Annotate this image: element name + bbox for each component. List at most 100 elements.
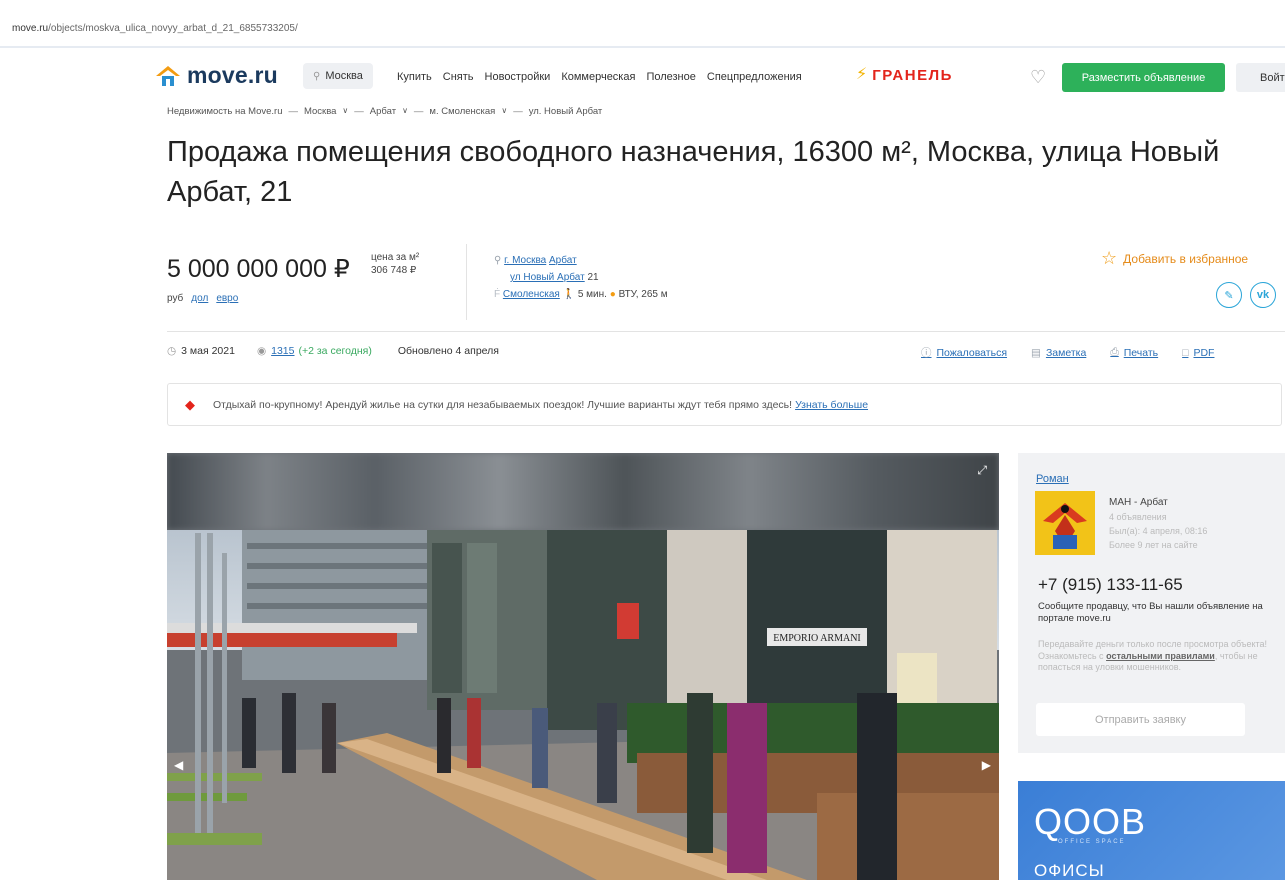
address-city-link[interactable]: г. Москва bbox=[504, 255, 546, 266]
print-link[interactable]: ⎙ Печать bbox=[1110, 345, 1158, 360]
breadcrumb: Недвижимость на Move.ru — Москва ∨ — Арб… bbox=[167, 106, 602, 117]
eye-icon: ◉ bbox=[256, 345, 267, 357]
promo-banner: ◆ Отдыхай по-крупному! Арендуй жилье на … bbox=[167, 383, 1282, 426]
agency-name[interactable]: МАН - Арбат bbox=[1109, 496, 1207, 510]
city-label: Москва bbox=[325, 70, 363, 82]
currency-usd-link[interactable]: дол bbox=[191, 293, 208, 304]
note-icon: ▤ bbox=[1031, 346, 1041, 359]
address-district-link[interactable]: Арбат bbox=[549, 255, 577, 266]
breadcrumb-district[interactable]: Арбат bbox=[370, 106, 396, 117]
complain-link[interactable]: ⓘ Пожаловаться bbox=[921, 345, 1007, 360]
lightning-icon: ⚡ bbox=[856, 66, 868, 83]
poi-distance: ВТУ, 265 м bbox=[618, 289, 668, 300]
logo-text: move.ru bbox=[187, 62, 278, 88]
breadcrumb-city[interactable]: Москва bbox=[304, 106, 336, 117]
walk-icon: 🚶 bbox=[562, 289, 576, 300]
seller-card: Роман МАН - Арбат 4 объявления Был(а): 4… bbox=[1018, 453, 1285, 753]
address-street-link[interactable]: ул Новый Арбат bbox=[510, 272, 585, 283]
divider bbox=[167, 331, 1285, 332]
seller-name-link[interactable]: Роман bbox=[1036, 473, 1069, 485]
seller-info: МАН - Арбат 4 объявления Был(а): 4 апрел… bbox=[1109, 496, 1207, 552]
nav-new-buildings[interactable]: Новостройки bbox=[485, 71, 551, 83]
price-per-m2: цена за м² 306 748 ₽ bbox=[371, 251, 419, 277]
address-bar[interactable]: move.ru/objects/moskva_ulica_novyy_arbat… bbox=[0, 0, 1285, 48]
house-logo-icon bbox=[156, 65, 180, 86]
login-button[interactable]: Войти bbox=[1236, 63, 1285, 92]
seller-last-seen: Был(а): 4 апреля, 08:16 bbox=[1109, 526, 1208, 536]
nav-useful[interactable]: Полезное bbox=[646, 71, 695, 83]
metro-link[interactable]: Смоленская bbox=[503, 289, 560, 300]
listing-meta: ◷ 3 мая 2021 ◉ 1315 (+2 за сегодня) Обно… bbox=[167, 345, 499, 357]
currency-rub: руб bbox=[167, 293, 184, 304]
page-title: Продажа помещения свободного назначения,… bbox=[167, 136, 1220, 208]
site-header: move.ru ⚲ Москва Купить Снять Новостройк… bbox=[0, 58, 1285, 98]
currency-switch: руб дол евро bbox=[167, 293, 238, 304]
price-value: 5 000 000 000 ₽ bbox=[167, 255, 350, 283]
seller-phone[interactable]: +7 (915) 133-11-65 bbox=[1038, 575, 1183, 595]
breadcrumb-street[interactable]: ул. Новый Арбат bbox=[529, 106, 603, 117]
share-buttons: ✎ vk bbox=[1216, 282, 1276, 308]
send-request-button[interactable]: Отправить заявку bbox=[1036, 703, 1245, 736]
gallery-next-icon[interactable]: ▶ bbox=[982, 758, 991, 772]
ad-brand: QOOB bbox=[1034, 801, 1147, 842]
price-per-m2-value: 306 748 ₽ bbox=[371, 265, 417, 276]
address-block: ⚲ г. Москва Арбат ул Новый Арбат 21 Ḟ См… bbox=[494, 252, 668, 303]
nav-commercial[interactable]: Коммерческая bbox=[561, 71, 635, 83]
pdf-icon: □ bbox=[1182, 346, 1189, 359]
seller-listings: 4 объявления bbox=[1109, 512, 1167, 522]
nav-special-offers[interactable]: Спецпредложения bbox=[707, 71, 802, 83]
nav-buy[interactable]: Купить bbox=[397, 71, 432, 83]
updated-date: Обновлено 4 апреля bbox=[397, 345, 499, 357]
ad-tagline: OFFICE SPACE bbox=[1058, 839, 1126, 845]
gallery-prev-icon[interactable]: ◀ bbox=[174, 758, 183, 772]
info-icon: ⓘ bbox=[921, 347, 932, 359]
seller-note: Сообщите продавцу, что Вы нашли объявлен… bbox=[1038, 601, 1263, 624]
location-pin-icon: ⚲ bbox=[494, 255, 502, 266]
post-ad-button[interactable]: Разместить объявление bbox=[1062, 63, 1225, 92]
publish-date: 3 мая 2021 bbox=[181, 345, 235, 357]
photo-gallery[interactable]: EMPORIO ARMANI ⤢ ◀ ▶ bbox=[167, 453, 999, 880]
breadcrumb-separator: — bbox=[354, 106, 364, 117]
breadcrumb-home[interactable]: Недвижимость на Move.ru bbox=[167, 106, 282, 117]
star-icon: ☆ bbox=[1101, 248, 1118, 268]
breadcrumb-metro[interactable]: м. Смоленская bbox=[429, 106, 495, 117]
add-favorite-button[interactable]: ☆ Добавить в избранное bbox=[1101, 248, 1248, 269]
fraud-warning: Передавайте деньги только после просмотр… bbox=[1038, 639, 1273, 674]
vk-share-icon[interactable]: vk bbox=[1250, 282, 1276, 308]
main-nav: Купить Снять Новостройки Коммерческая По… bbox=[397, 71, 802, 83]
storefront-sign: EMPORIO ARMANI bbox=[773, 633, 861, 644]
chevron-down-icon[interactable]: ∨ bbox=[342, 106, 348, 117]
printer-icon: ⎙ bbox=[1110, 346, 1119, 358]
breadcrumb-separator: — bbox=[513, 106, 523, 117]
promo-link[interactable]: ⚡ ГРАНЕЛЬ bbox=[856, 66, 953, 84]
url-text: move.ru/objects/moskva_ulica_novyy_arbat… bbox=[12, 23, 298, 34]
promo-brand: ГРАНЕЛЬ bbox=[872, 66, 953, 84]
complain-label: Пожаловаться bbox=[936, 346, 1008, 359]
note-link[interactable]: ▤ Заметка bbox=[1031, 345, 1086, 360]
agency-emblem-icon bbox=[1035, 491, 1095, 555]
divider bbox=[466, 244, 467, 320]
pdf-link[interactable]: □ PDF bbox=[1182, 345, 1214, 360]
clock-icon: ◷ bbox=[167, 345, 177, 357]
city-selector[interactable]: ⚲ Москва bbox=[303, 63, 373, 89]
seller-tenure: Более 9 лет на сайте bbox=[1109, 540, 1198, 550]
promo-diamond-icon: ◆ bbox=[185, 396, 195, 412]
metro-icon: Ḟ bbox=[494, 289, 501, 300]
banner-text: Отдыхай по-крупному! Арендуй жилье на су… bbox=[213, 398, 793, 411]
heart-icon[interactable]: ♡ bbox=[1030, 67, 1046, 88]
ad-subtitle: ОФИСЫ bbox=[1034, 861, 1105, 880]
location-pin-icon: ⚲ bbox=[313, 70, 321, 82]
chevron-down-icon[interactable]: ∨ bbox=[501, 106, 507, 117]
chevron-down-icon[interactable]: ∨ bbox=[402, 106, 408, 117]
currency-eur-link[interactable]: евро bbox=[216, 293, 238, 304]
edit-share-icon[interactable]: ✎ bbox=[1216, 282, 1242, 308]
fullscreen-icon[interactable]: ⤢ bbox=[977, 463, 987, 478]
site-logo[interactable]: move.ru bbox=[155, 62, 278, 89]
poi-marker-icon: ● bbox=[609, 289, 616, 300]
rules-link[interactable]: остальными правилами bbox=[1106, 651, 1215, 661]
add-favorite-label: Добавить в избранное bbox=[1123, 251, 1249, 266]
views-count[interactable]: 1315 bbox=[271, 345, 294, 357]
ad-banner[interactable]: QOOB OFFICE SPACE ОФИСЫ bbox=[1018, 781, 1285, 880]
banner-more-link[interactable]: Узнать больше bbox=[795, 399, 868, 411]
nav-rent[interactable]: Снять bbox=[443, 71, 474, 83]
